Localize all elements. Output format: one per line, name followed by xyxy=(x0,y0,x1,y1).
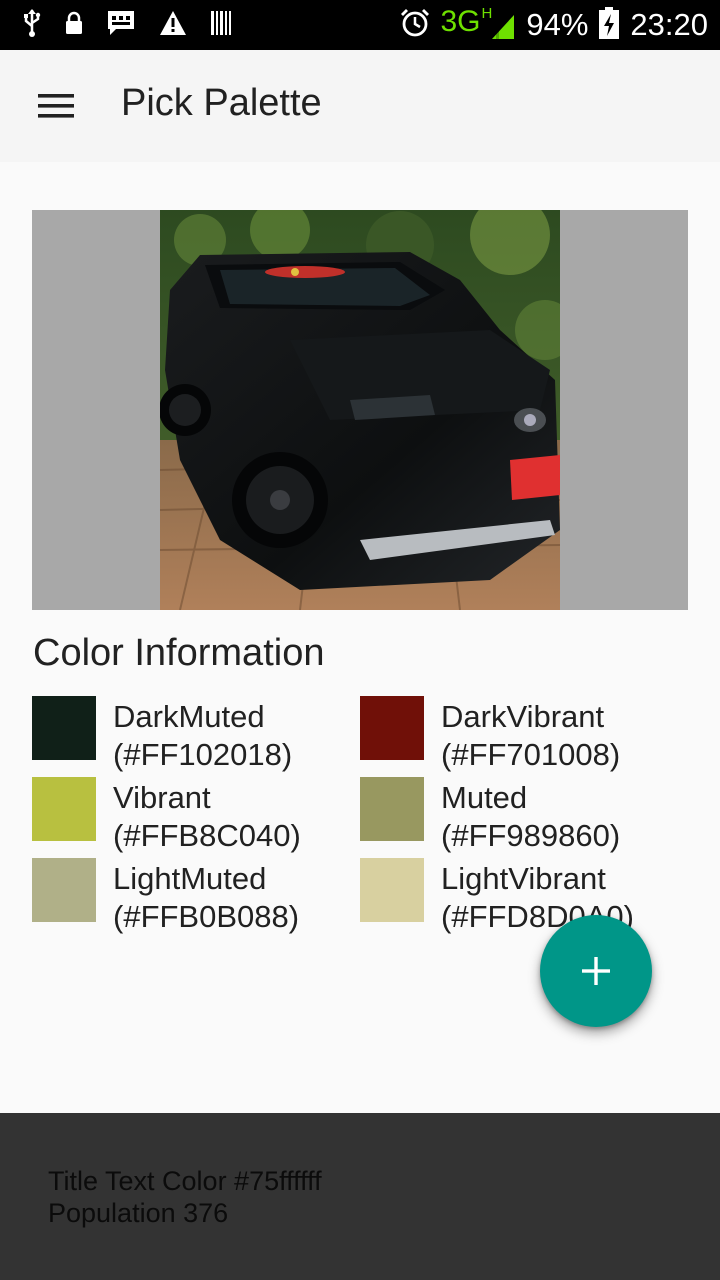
car-photo xyxy=(160,210,560,610)
network-type: 3G xyxy=(440,5,481,38)
barcode-icon xyxy=(210,9,232,41)
swatch-light-vibrant[interactable]: LightVibrant (#FFD8D0A0) xyxy=(360,858,680,936)
app-title: Pick Palette xyxy=(121,82,322,124)
swatch-hex: (#FF989860) xyxy=(441,818,621,853)
swatch-muted[interactable]: Muted (#FF989860) xyxy=(360,777,680,855)
swatch-name: Vibrant xyxy=(113,780,211,815)
add-fab-button[interactable] xyxy=(540,915,652,1027)
swatch-color xyxy=(360,777,424,841)
swatch-vibrant[interactable]: Vibrant (#FFB8C040) xyxy=(32,777,352,855)
battery-icon xyxy=(598,6,620,44)
message-icon xyxy=(106,9,136,41)
signal-icon xyxy=(490,11,516,45)
usb-icon xyxy=(22,8,42,42)
swatch-hex: (#FFB0B088) xyxy=(113,899,300,934)
swatch-hex: (#FF701008) xyxy=(441,737,621,772)
swatch-color xyxy=(32,777,96,841)
notification-icons xyxy=(22,8,232,42)
swatch-color xyxy=(360,696,424,760)
swatch-hex: (#FF102018) xyxy=(113,737,293,772)
clock: 23:20 xyxy=(630,7,708,42)
swatch-color xyxy=(360,858,424,922)
status-bar: 3G H 94% 23:20 xyxy=(0,0,720,50)
swatch-name: DarkMuted xyxy=(113,699,265,734)
lock-icon xyxy=(64,11,84,39)
swatch-hex: (#FFB8C040) xyxy=(113,818,301,853)
image-preview[interactable] xyxy=(32,210,688,610)
plus-icon xyxy=(582,957,610,985)
alarm-icon xyxy=(399,7,431,43)
swatch-light-muted[interactable]: LightMuted (#FFB0B088) xyxy=(32,858,352,936)
swatch-name: LightMuted xyxy=(113,861,267,896)
section-title-color-information: Color Information xyxy=(33,632,325,674)
bottom-info-panel: Title Text Color #75ffffff Population 37… xyxy=(0,1113,720,1280)
swatch-name: DarkVibrant xyxy=(441,699,605,734)
hamburger-menu-button[interactable] xyxy=(24,78,88,134)
swatch-name: LightVibrant xyxy=(441,861,606,896)
app-bar: Pick Palette xyxy=(0,50,720,162)
title-text-color-label: Title Text Color #75ffffff xyxy=(48,1166,322,1196)
hamburger-menu-icon xyxy=(38,94,74,118)
swatch-dark-vibrant[interactable]: DarkVibrant (#FF701008) xyxy=(360,696,680,774)
swatch-dark-muted[interactable]: DarkMuted (#FF102018) xyxy=(32,696,352,774)
battery-percentage: 94% xyxy=(526,7,589,42)
swatch-color xyxy=(32,696,96,760)
swatch-color xyxy=(32,858,96,922)
swatch-name: Muted xyxy=(441,780,528,815)
system-status: 3G H 94% 23:20 xyxy=(399,5,708,45)
population-label: Population 376 xyxy=(48,1198,229,1228)
warning-icon xyxy=(158,9,188,41)
